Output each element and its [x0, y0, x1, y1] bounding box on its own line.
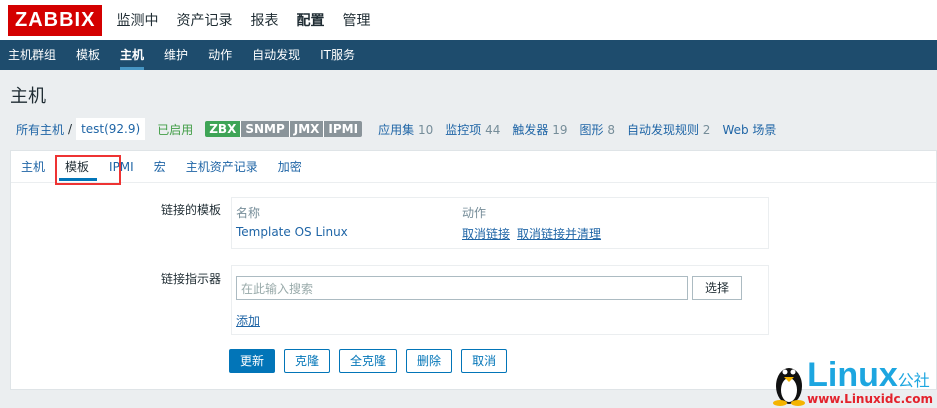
watermark: Linux公社 www.Linuxidc.com: [771, 358, 933, 406]
host-breadcrumb: 所有主机 / test(92.9) 已启用 ZBX SNMP JMX IPMI …: [0, 114, 937, 144]
watermark-brand: Linux: [807, 356, 898, 394]
watermark-url: www.Linuxidc.com: [807, 392, 933, 406]
link-web-scenarios[interactable]: Web 场景: [722, 121, 776, 138]
add-link[interactable]: 添加: [236, 312, 260, 329]
subnav-discovery[interactable]: 自动发现: [252, 40, 300, 70]
host-form-panel: 主机 模板 IPMI 宏 主机资产记录 加密 链接的模板 名称 动作 Templ…: [10, 150, 937, 390]
menu-reports[interactable]: 报表: [250, 10, 278, 30]
menu-administration[interactable]: 管理: [342, 10, 370, 30]
subnav-actions[interactable]: 动作: [208, 40, 232, 70]
breadcrumb-separator: /: [68, 122, 73, 136]
unlink-clear-link[interactable]: 取消链接并清理: [517, 225, 601, 242]
tab-encryption[interactable]: 加密: [278, 151, 302, 183]
penguin-icon: [773, 368, 806, 406]
subnav-host-groups[interactable]: 主机群组: [8, 40, 56, 70]
form-tabs: 主机 模板 IPMI 宏 主机资产记录 加密: [11, 151, 936, 183]
tag-snmp: SNMP: [240, 121, 289, 137]
tab-inventory[interactable]: 主机资产记录: [186, 151, 258, 183]
all-hosts-link[interactable]: 所有主机: [16, 121, 64, 138]
watermark-suffix: 公社: [897, 371, 930, 390]
link-graphs[interactable]: 图形 8: [579, 121, 614, 138]
tag-jmx: JMX: [288, 121, 324, 137]
page-title: 主机: [10, 86, 46, 107]
subnav-hosts[interactable]: 主机: [120, 40, 145, 70]
link-applications[interactable]: 应用集 10: [378, 121, 433, 138]
template-link[interactable]: Template OS Linux: [236, 225, 348, 239]
zabbix-logo[interactable]: ZABBIX: [8, 4, 103, 36]
tag-ipmi: IPMI: [323, 121, 363, 137]
linked-templates-table: 名称 动作 Template OS Linux 取消链接 取消链接并清理: [231, 197, 769, 249]
tab-host[interactable]: 主机: [21, 151, 45, 183]
linked-templates-label: 链接的模板: [160, 203, 221, 217]
template-search-input[interactable]: 在此输入搜索: [236, 276, 688, 300]
subnav-it-services[interactable]: IT服务: [320, 40, 355, 70]
highlight-box: [55, 155, 121, 185]
subnav-maintenance[interactable]: 维护: [164, 40, 188, 70]
link-discovery-rules[interactable]: 自动发现规则 2: [627, 121, 710, 138]
cancel-button[interactable]: 取消: [461, 349, 508, 373]
tab-macros[interactable]: 宏: [154, 151, 166, 183]
link-new-templates-box: 在此输入搜索 选择 添加: [231, 265, 769, 335]
clone-button[interactable]: 克隆: [284, 349, 331, 373]
link-triggers[interactable]: 触发器 19: [512, 121, 567, 138]
menu-inventory[interactable]: 资产记录: [176, 10, 232, 30]
select-button[interactable]: 选择: [692, 276, 742, 300]
unlink-link[interactable]: 取消链接: [462, 225, 510, 242]
col-action: 动作: [462, 206, 487, 220]
col-name: 名称: [236, 206, 261, 220]
delete-button[interactable]: 删除: [406, 349, 453, 373]
link-items[interactable]: 监控项 44: [445, 121, 500, 138]
subnav-templates[interactable]: 模板: [76, 40, 100, 70]
menu-configuration[interactable]: 配置: [296, 10, 324, 30]
full-clone-button[interactable]: 全克隆: [339, 349, 398, 373]
menu-monitoring[interactable]: 监测中: [116, 10, 158, 30]
link-new-templates-label: 链接指示器: [160, 272, 221, 286]
tag-zbx: ZBX: [205, 121, 241, 137]
top-header: ZABBIX 监测中 资产记录 报表 配置 管理: [0, 0, 937, 40]
main-nav: 监测中 资产记录 报表 配置 管理: [116, 10, 388, 30]
form-buttons: 更新 克隆 全克隆 删除 取消: [229, 349, 516, 373]
update-button[interactable]: 更新: [229, 349, 276, 373]
availability-tags: ZBX SNMP JMX IPMI: [205, 121, 363, 137]
host-name: test(92.9): [76, 118, 146, 140]
status-badge[interactable]: 已启用: [157, 121, 193, 138]
sub-nav: 主机群组 模板 主机 维护 动作 自动发现 IT服务: [0, 40, 937, 70]
